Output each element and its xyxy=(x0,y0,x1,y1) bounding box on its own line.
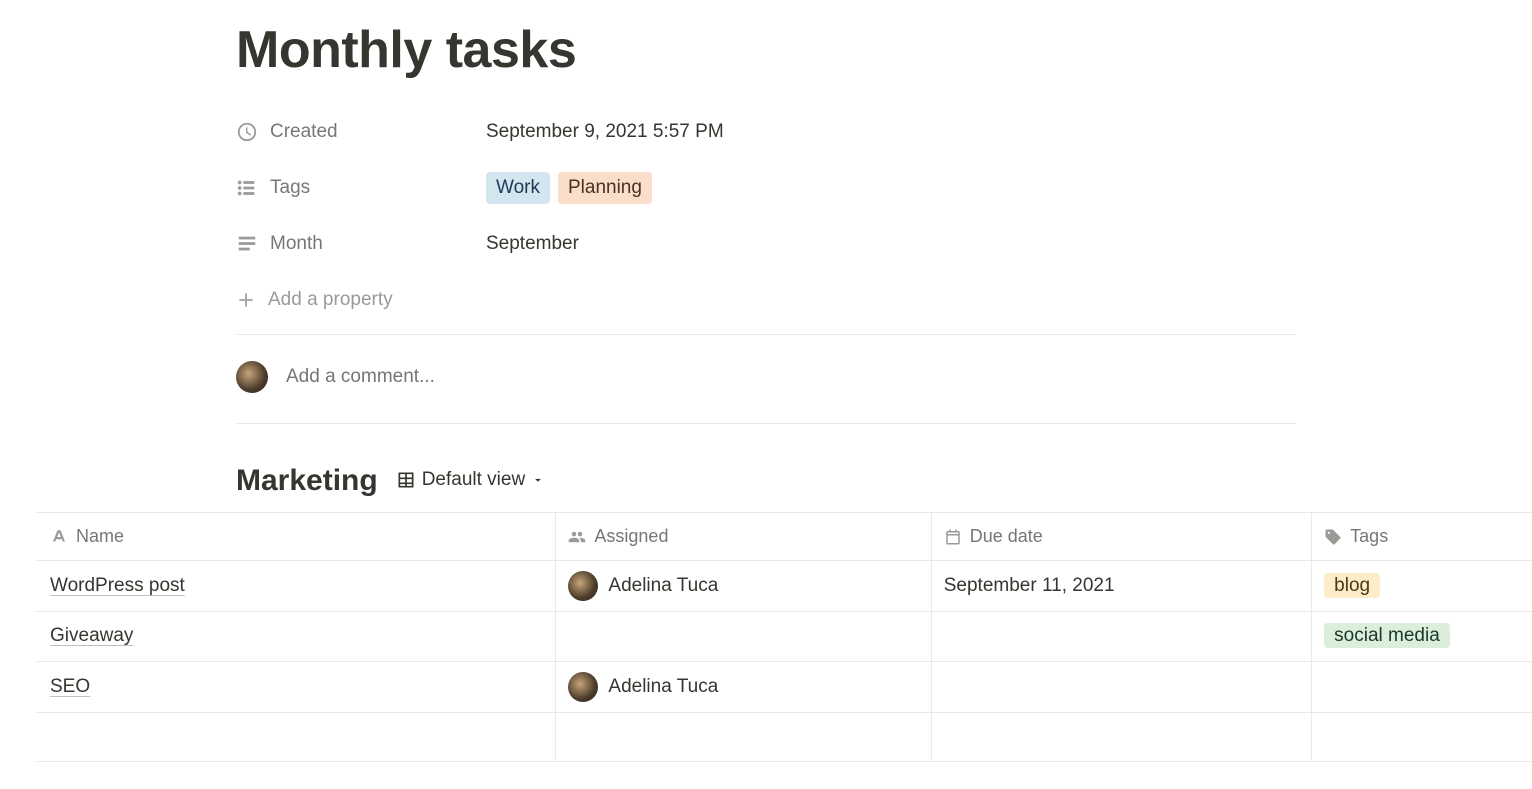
assigned-name: Adelina Tuca xyxy=(608,575,718,597)
cell-tags[interactable]: blog xyxy=(1312,561,1532,612)
list-icon xyxy=(236,177,258,199)
database-header: Marketing Default view xyxy=(236,464,1296,498)
column-label: Name xyxy=(76,526,124,547)
table-icon xyxy=(396,470,416,490)
tag-icon xyxy=(1324,528,1342,546)
cell-tags[interactable]: social media xyxy=(1312,612,1532,662)
column-label: Assigned xyxy=(594,526,668,547)
property-value[interactable]: September 9, 2021 5:57 PM xyxy=(486,121,724,143)
cell-tags[interactable] xyxy=(1312,661,1532,712)
cell-due[interactable] xyxy=(931,612,1311,662)
clock-icon xyxy=(236,121,258,143)
table-row[interactable]: SEO Adelina Tuca xyxy=(36,661,1532,712)
property-created[interactable]: Created September 9, 2021 5:57 PM xyxy=(236,104,1296,160)
tag[interactable]: Planning xyxy=(558,172,652,205)
plus-icon xyxy=(236,290,256,310)
view-label: Default view xyxy=(422,469,526,491)
comment-row[interactable] xyxy=(236,341,1296,417)
table-row[interactable] xyxy=(36,712,1532,761)
view-switcher[interactable]: Default view xyxy=(396,469,546,491)
property-list: Created September 9, 2021 5:57 PM Tags W… xyxy=(236,104,1296,328)
property-value[interactable]: September xyxy=(486,233,579,255)
property-month[interactable]: Month September xyxy=(236,216,1296,272)
tag[interactable]: Work xyxy=(486,172,550,205)
property-tags[interactable]: Tags WorkPlanning xyxy=(236,160,1296,216)
database-table: Name Assigned Due date xyxy=(36,512,1532,762)
text-lines-icon xyxy=(236,233,258,255)
cell-assigned[interactable] xyxy=(556,612,931,662)
column-header-tags[interactable]: Tags xyxy=(1312,513,1532,561)
cell-tags[interactable] xyxy=(1312,712,1532,761)
assigned-name: Adelina Tuca xyxy=(608,676,718,698)
divider xyxy=(236,334,1296,335)
comment-input[interactable] xyxy=(286,366,1296,388)
table-row[interactable]: WordPress post Adelina Tuca September 11, … xyxy=(36,561,1532,612)
property-label-text: Created xyxy=(270,121,338,143)
table-row[interactable]: Giveaway social media xyxy=(36,612,1532,662)
avatar xyxy=(236,361,268,393)
avatar xyxy=(568,672,598,702)
tag[interactable]: social media xyxy=(1324,623,1450,648)
avatar xyxy=(568,571,598,601)
cell-assigned[interactable]: Adelina Tuca xyxy=(556,561,931,612)
cell-assigned[interactable]: Adelina Tuca xyxy=(556,661,931,712)
property-label: Month xyxy=(236,233,486,255)
page-title[interactable]: Monthly tasks xyxy=(236,20,1296,80)
property-label-text: Month xyxy=(270,233,323,255)
chevron-down-icon xyxy=(531,473,545,487)
divider xyxy=(236,423,1296,424)
cell-due[interactable] xyxy=(931,661,1311,712)
cell-name[interactable]: SEO xyxy=(36,661,556,712)
property-label: Created xyxy=(236,121,486,143)
title-icon xyxy=(50,528,68,546)
cell-name[interactable] xyxy=(36,712,556,761)
add-property-button[interactable]: Add a property xyxy=(236,272,1296,328)
database-title[interactable]: Marketing xyxy=(236,464,378,498)
cell-name[interactable]: WordPress post xyxy=(36,561,556,612)
add-property-label: Add a property xyxy=(268,289,393,311)
tag[interactable]: blog xyxy=(1324,573,1380,598)
cell-name[interactable]: Giveaway xyxy=(36,612,556,662)
cell-due[interactable] xyxy=(931,712,1311,761)
column-label: Due date xyxy=(970,526,1043,547)
property-label-text: Tags xyxy=(270,177,310,199)
column-header-assigned[interactable]: Assigned xyxy=(556,513,931,561)
calendar-icon xyxy=(944,528,962,546)
property-value[interactable]: WorkPlanning xyxy=(486,172,652,205)
cell-due[interactable]: September 11, 2021 xyxy=(931,561,1311,612)
column-header-name[interactable]: Name xyxy=(36,513,556,561)
cell-assigned[interactable] xyxy=(556,712,931,761)
column-label: Tags xyxy=(1350,526,1388,547)
people-icon xyxy=(568,528,586,546)
property-label: Tags xyxy=(236,177,486,199)
column-header-due[interactable]: Due date xyxy=(931,513,1311,561)
